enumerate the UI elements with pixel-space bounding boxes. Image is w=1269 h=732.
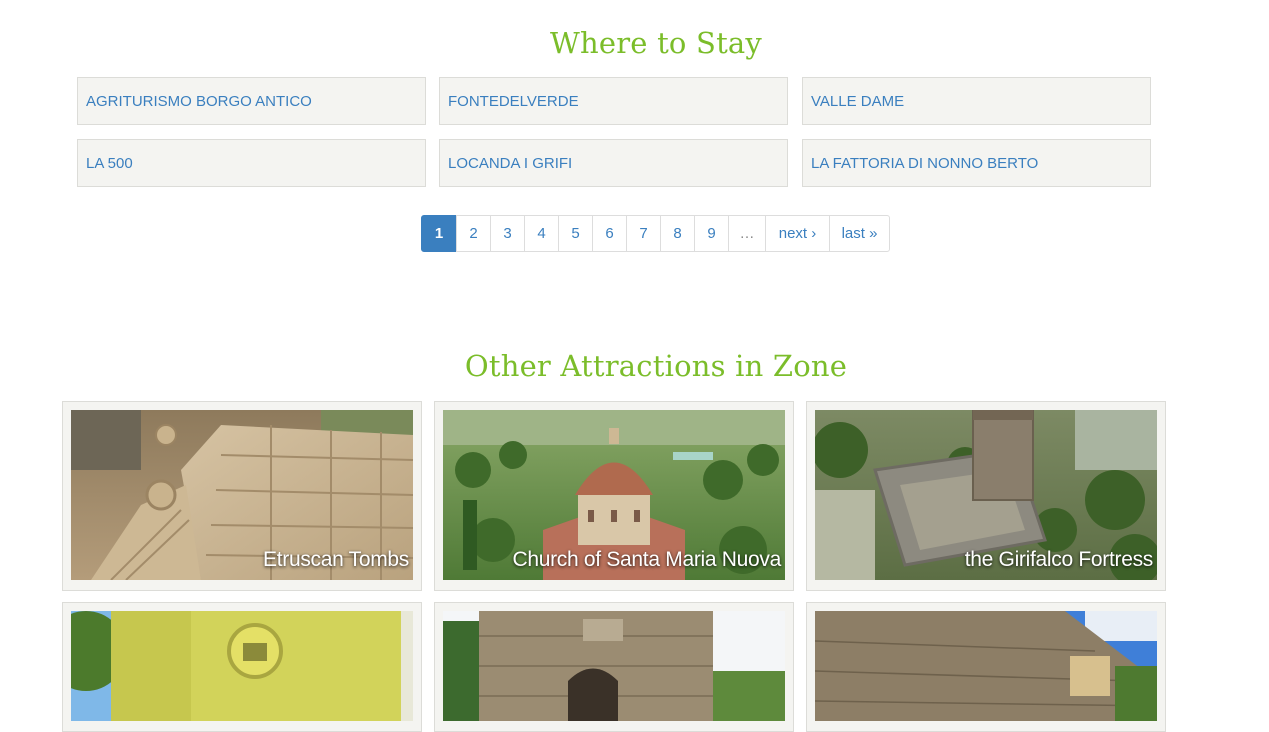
stay-item-fattoria-nonno-berto[interactable]: LA FATTORIA DI NONNO BERTO — [802, 139, 1151, 187]
pagination: 1 2 3 4 5 6 7 8 9 … next › last » — [421, 215, 890, 252]
city-walls-photo — [815, 611, 1157, 721]
page-2-link[interactable]: 2 — [456, 215, 491, 252]
attraction-card-santa-maria-nuova[interactable]: Church of Santa Maria Nuova — [434, 401, 794, 591]
stone-church-photo — [443, 611, 785, 721]
where-to-stay-title: Where to Stay — [549, 26, 762, 60]
attraction-card-6[interactable] — [806, 602, 1166, 732]
page-5-link[interactable]: 5 — [558, 215, 593, 252]
page-8-link[interactable]: 8 — [660, 215, 695, 252]
stay-item-borgo-antico[interactable]: AGRITURISMO BORGO ANTICO — [77, 77, 426, 125]
page-1-current[interactable]: 1 — [421, 215, 457, 252]
last-page-link[interactable]: last » — [829, 215, 890, 252]
attraction-caption: the Girifalco Fortress — [964, 548, 1154, 571]
attraction-card-5[interactable] — [434, 602, 794, 732]
next-page-link[interactable]: next › — [765, 215, 830, 252]
pagination-ellipsis: … — [728, 215, 766, 252]
stay-item-locanda-i-grifi[interactable]: LOCANDA I GRIFI — [439, 139, 788, 187]
stay-item-fontedelverde[interactable]: FONTEDELVERDE — [439, 77, 788, 125]
church-facade-photo — [71, 611, 413, 721]
stay-item-valle-dame[interactable]: VALLE DAME — [802, 77, 1151, 125]
page-3-link[interactable]: 3 — [490, 215, 525, 252]
attraction-card-etruscan-tombs[interactable]: Etruscan Tombs — [62, 401, 422, 591]
other-attractions-title: Other Attractions in Zone — [464, 349, 848, 383]
stay-item-la-500[interactable]: LA 500 — [77, 139, 426, 187]
page-6-link[interactable]: 6 — [592, 215, 627, 252]
attraction-caption: Church of Santa Maria Nuova — [512, 548, 781, 571]
page-4-link[interactable]: 4 — [524, 215, 559, 252]
page-9-link[interactable]: 9 — [694, 215, 729, 252]
attraction-card-girifalco-fortress[interactable]: the Girifalco Fortress — [806, 401, 1166, 591]
page-7-link[interactable]: 7 — [626, 215, 661, 252]
attraction-caption: Etruscan Tombs — [263, 548, 409, 571]
attraction-card-4[interactable] — [62, 602, 422, 732]
